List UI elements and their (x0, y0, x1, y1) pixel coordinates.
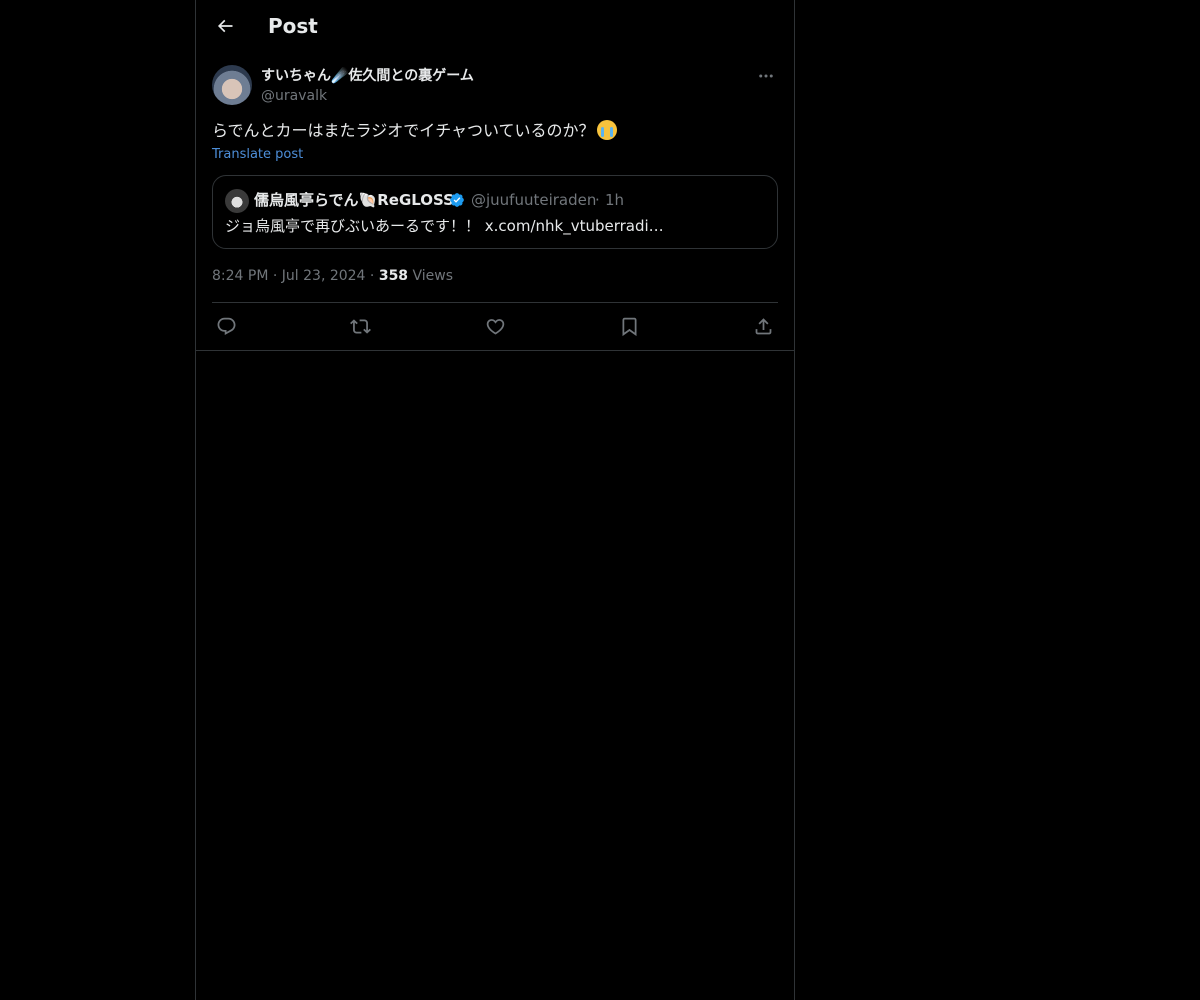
meta-separator: · (369, 268, 379, 284)
like-button[interactable] (483, 314, 507, 338)
main-column: Post すいちゃん☄️佐久間との裏ゲーム @uravalk らでんとカーはまた… (195, 0, 795, 1000)
quoted-post[interactable]: 儒烏風亭らでん🐚ReGLOSS @juufuuteiraden · 1h ジョ烏… (212, 175, 778, 249)
quote-text: ジョ烏風亭で再びぶいあーるです！！ x.com/nhk_vtuberradi… (225, 217, 664, 235)
bookmark-button[interactable] (617, 314, 641, 338)
post-body: らでんとカーはまたラジオでイチャついているのか？ (212, 121, 595, 140)
action-bar (212, 310, 778, 342)
quote-timestamp: 1h (605, 191, 625, 209)
repost-button[interactable] (348, 314, 372, 338)
bookmark-icon (619, 316, 640, 337)
author-avatar[interactable] (212, 65, 252, 105)
views-count: 358 (378, 268, 409, 284)
repost-icon (349, 316, 371, 337)
post-bottom-border (196, 350, 794, 351)
author-handle[interactable]: @uravalk (261, 86, 327, 106)
heart-icon (485, 316, 506, 337)
divider (212, 302, 778, 303)
share-icon (753, 316, 774, 337)
verified-badge-icon (449, 192, 465, 208)
post-time[interactable]: 8:24 PM (212, 268, 268, 284)
quote-author-avatar (225, 189, 249, 213)
more-options-button[interactable] (754, 64, 778, 88)
post-date[interactable]: Jul 23, 2024 (282, 268, 366, 284)
quote-author-handle: @juufuuteiraden (471, 191, 597, 209)
share-button[interactable] (751, 314, 775, 338)
back-button[interactable] (208, 9, 242, 43)
header: Post (196, 0, 794, 53)
author-name[interactable]: すいちゃん☄️佐久間との裏ゲーム (261, 66, 474, 86)
reply-icon (216, 316, 237, 337)
meta-separator: · (272, 268, 282, 284)
page-title: Post (268, 14, 318, 38)
more-horizontal-icon (757, 67, 775, 85)
quote-author-name: 儒烏風亭らでん🐚ReGLOSS (254, 191, 454, 209)
crying-emoji-icon (596, 120, 617, 140)
post-meta: 8:24 PM · Jul 23, 2024 · 358 Views (212, 266, 453, 286)
translate-post-link[interactable]: Translate post (212, 146, 303, 164)
quote-separator: · (595, 191, 600, 209)
post-text: らでんとカーはまたラジオでイチャついているのか？ (212, 120, 778, 142)
views-label: Views (412, 268, 454, 284)
reply-button[interactable] (214, 314, 238, 338)
arrow-left-icon (215, 16, 235, 36)
